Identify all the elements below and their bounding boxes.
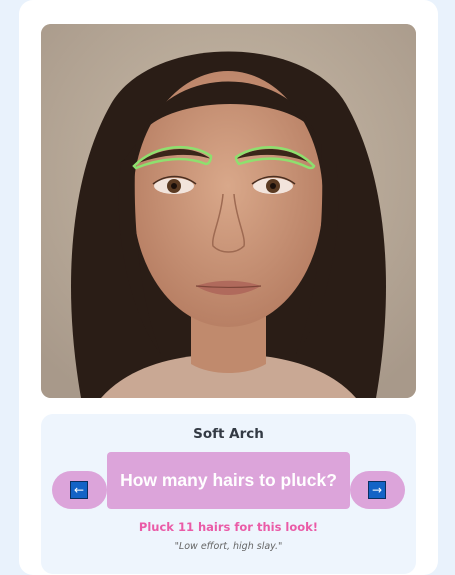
- pluck-count-button[interactable]: How many hairs to pluck?: [107, 452, 350, 509]
- next-look-button[interactable]: →: [350, 471, 405, 509]
- tagline-text: "Low effort, high slay.": [174, 541, 283, 552]
- arrow-right-icon: →: [368, 481, 386, 499]
- face-photo: [41, 24, 416, 398]
- arrow-left-icon: ←: [70, 481, 88, 499]
- look-name: Soft Arch: [193, 426, 264, 442]
- previous-look-button[interactable]: ←: [52, 471, 107, 509]
- pluck-result-text: Pluck 11 hairs for this look!: [138, 520, 319, 534]
